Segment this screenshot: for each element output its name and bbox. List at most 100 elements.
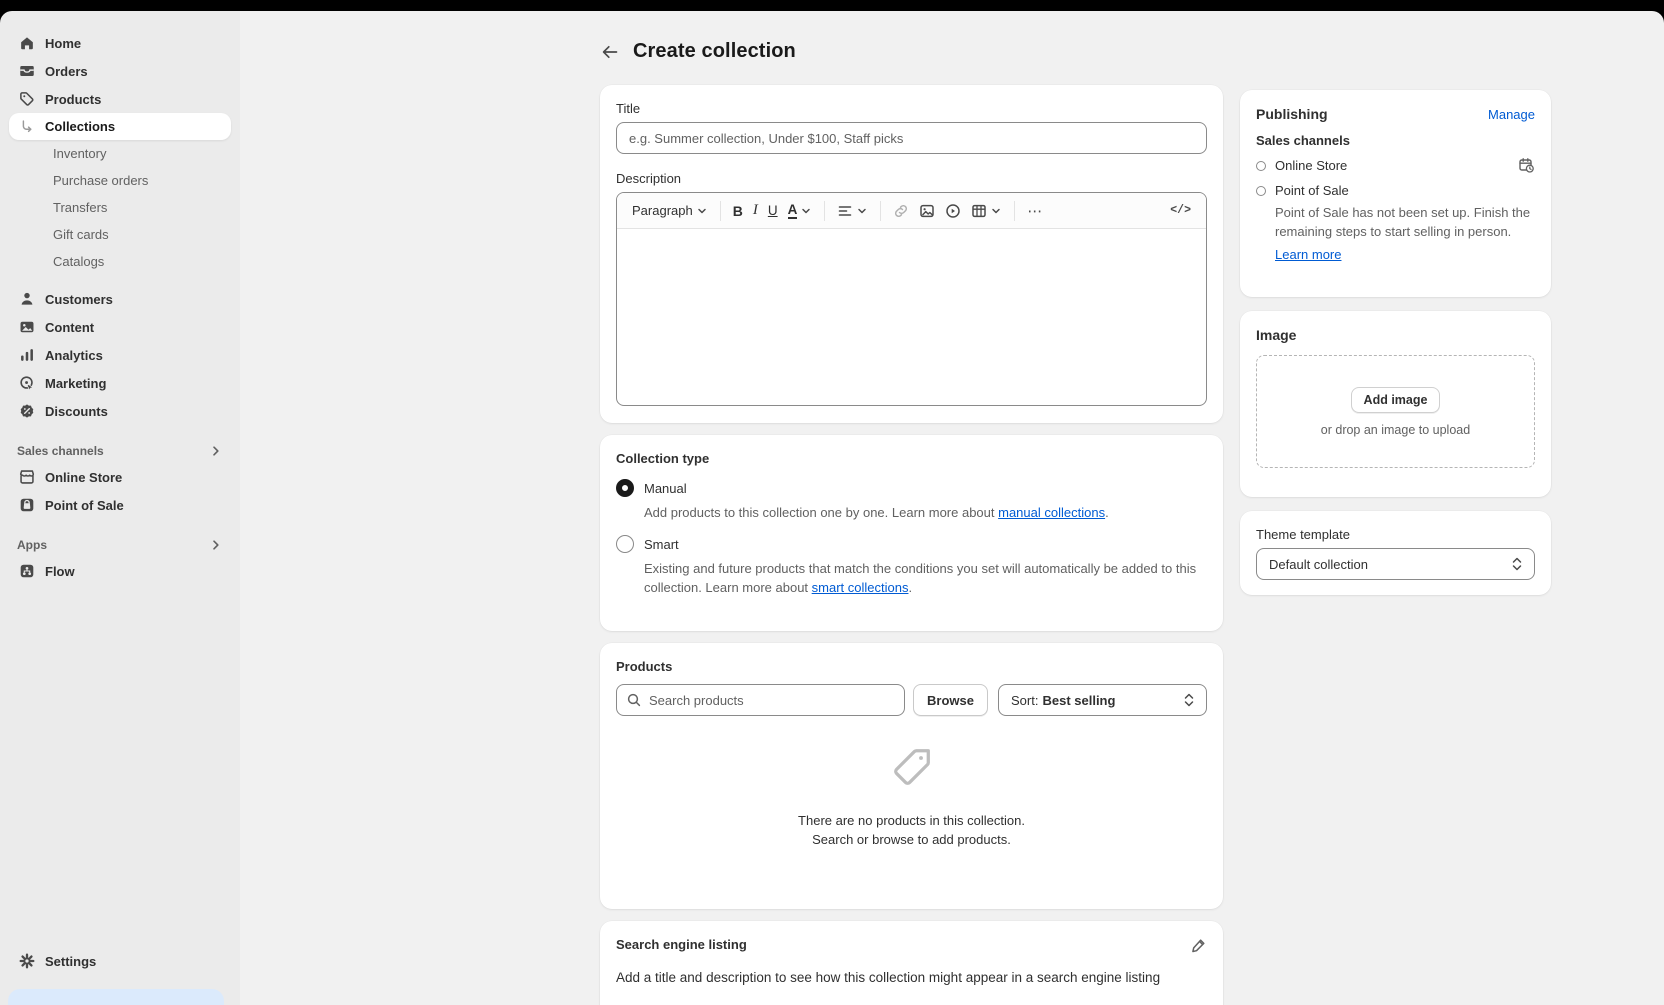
chevron-down-icon — [990, 205, 1002, 217]
sidebar-item-label: Discounts — [45, 404, 108, 419]
channel-label: Online Store — [1275, 158, 1347, 173]
sidebar-item-gift-cards[interactable]: Gift cards — [9, 221, 231, 248]
sidebar-item-label: Catalogs — [53, 254, 104, 269]
sidebar-item-orders[interactable]: Orders — [9, 57, 231, 85]
sidebar-item-products[interactable]: Products — [9, 85, 231, 113]
seo-card-header: Search engine listing — [616, 937, 1207, 954]
image-title: Image — [1256, 327, 1535, 343]
smart-description: Existing and future products that match … — [644, 559, 1207, 597]
sidebar-item-inventory[interactable]: Inventory — [9, 140, 231, 167]
sidebar-item-content[interactable]: Content — [9, 313, 231, 341]
home-icon — [17, 34, 36, 53]
theme-template-label: Theme template — [1256, 527, 1535, 542]
stepper-icon — [1510, 556, 1524, 572]
analytics-icon — [17, 346, 36, 365]
sidebar-item-transfers[interactable]: Transfers — [9, 194, 231, 221]
underline-button[interactable]: U — [763, 198, 783, 224]
sidebar-item-label: Settings — [45, 954, 96, 969]
description-label: Description — [616, 171, 1207, 186]
sidebar-item-label: Analytics — [45, 348, 103, 363]
page-header: Create collection — [600, 40, 796, 63]
sidebar-section-apps[interactable]: Apps — [9, 533, 231, 557]
customers-icon — [17, 290, 36, 309]
sidebar-nav: Home Orders Products Collections Invento… — [0, 11, 240, 1005]
sidebar-item-catalogs[interactable]: Catalogs — [9, 248, 231, 275]
radio-selected-icon[interactable] — [616, 479, 634, 497]
text-color-button[interactable]: A — [783, 198, 818, 224]
sidebar-item-discounts[interactable]: Discounts — [9, 397, 231, 425]
image-icon — [919, 203, 935, 219]
paragraph-style-label: Paragraph — [632, 203, 693, 218]
theme-template-select[interactable]: Default collection — [1256, 548, 1535, 580]
sidebar-item-analytics[interactable]: Analytics — [9, 341, 231, 369]
sidebar-item-point-of-sale[interactable]: Point of Sale — [9, 491, 231, 519]
sidebar-item-customers[interactable]: Customers — [9, 285, 231, 313]
sidebar-item-home[interactable]: Home — [9, 29, 231, 57]
show-html-button[interactable]: </> — [1165, 198, 1196, 224]
smart-radio-label: Smart — [644, 537, 679, 552]
manage-link[interactable]: Manage — [1488, 107, 1535, 122]
sidebar-item-label: Content — [45, 320, 94, 335]
subnav-hook-icon — [17, 117, 36, 136]
italic-button[interactable]: I — [748, 198, 763, 224]
toolbar-divider — [1014, 201, 1015, 221]
sidebar-item-settings[interactable]: Settings — [9, 947, 231, 975]
sidebar-item-label: Marketing — [45, 376, 106, 391]
gear-icon — [17, 952, 36, 971]
search-icon — [626, 692, 642, 708]
insert-video-button[interactable] — [940, 198, 966, 224]
align-left-icon — [837, 203, 853, 219]
chevron-right-icon — [209, 444, 223, 458]
back-button[interactable] — [600, 42, 620, 62]
sidebar-item-collections[interactable]: Collections — [9, 113, 231, 140]
sidebar-item-label: Products — [45, 92, 101, 107]
table-icon — [971, 203, 987, 219]
play-circle-icon — [945, 203, 961, 219]
bold-button[interactable]: B — [728, 198, 748, 224]
edit-pencil-icon[interactable] — [1190, 937, 1207, 954]
smart-collections-link[interactable]: smart collections — [812, 580, 909, 595]
app-surface: Home Orders Products Collections Invento… — [0, 11, 1664, 1005]
sidebar-item-online-store[interactable]: Online Store — [9, 463, 231, 491]
smart-radio-row[interactable]: Smart — [616, 535, 1207, 553]
channel-row-online-store: Online Store — [1256, 157, 1535, 174]
discounts-icon — [17, 402, 36, 421]
section-label: Sales channels — [17, 444, 104, 458]
description-editor-body[interactable] — [617, 229, 1206, 406]
browse-button[interactable]: Browse — [913, 684, 988, 716]
sidebar-gap — [0, 275, 240, 285]
link-button[interactable] — [888, 198, 914, 224]
schedule-icon[interactable] — [1518, 157, 1535, 174]
alignment-button[interactable] — [832, 198, 873, 224]
sidebar-banner-truncated[interactable] — [8, 989, 224, 1005]
sidebar-item-marketing[interactable]: Marketing — [9, 369, 231, 397]
radio-unselected-icon[interactable] — [616, 535, 634, 553]
sidebar-item-label: Inventory — [53, 146, 106, 161]
publishing-header: Publishing Manage — [1256, 106, 1535, 122]
manual-collections-link[interactable]: manual collections — [998, 505, 1105, 520]
orders-icon — [17, 62, 36, 81]
sidebar-section-sales-channels[interactable]: Sales channels — [9, 439, 231, 463]
seo-description: Add a title and description to see how t… — [616, 970, 1207, 985]
more-options-button[interactable]: ⋯ — [1022, 198, 1048, 224]
insert-image-button[interactable] — [914, 198, 940, 224]
insert-table-button[interactable] — [966, 198, 1007, 224]
sidebar-item-purchase-orders[interactable]: Purchase orders — [9, 167, 231, 194]
right-column: Publishing Manage Sales channels Online … — [1240, 90, 1551, 609]
publishing-card: Publishing Manage Sales channels Online … — [1240, 90, 1551, 297]
products-title: Products — [616, 659, 1207, 674]
sidebar-item-label: Flow — [45, 564, 75, 579]
search-products-input[interactable] — [616, 684, 905, 716]
add-image-button[interactable]: Add image — [1351, 387, 1441, 413]
sidebar-item-flow[interactable]: Flow — [9, 557, 231, 585]
title-input[interactable] — [616, 122, 1207, 154]
image-dropzone[interactable]: Add image or drop an image to upload — [1256, 355, 1535, 468]
products-card: Products Browse Sort: Best selling — [600, 643, 1223, 909]
manual-radio-row[interactable]: Manual — [616, 479, 1207, 497]
flow-icon — [17, 562, 36, 581]
drop-hint-text: or drop an image to upload — [1321, 423, 1470, 437]
paragraph-style-dropdown[interactable]: Paragraph — [627, 198, 713, 224]
sort-select[interactable]: Sort: Best selling — [998, 684, 1207, 716]
toolbar-divider — [880, 201, 881, 221]
learn-more-link[interactable]: Learn more — [1275, 247, 1341, 262]
